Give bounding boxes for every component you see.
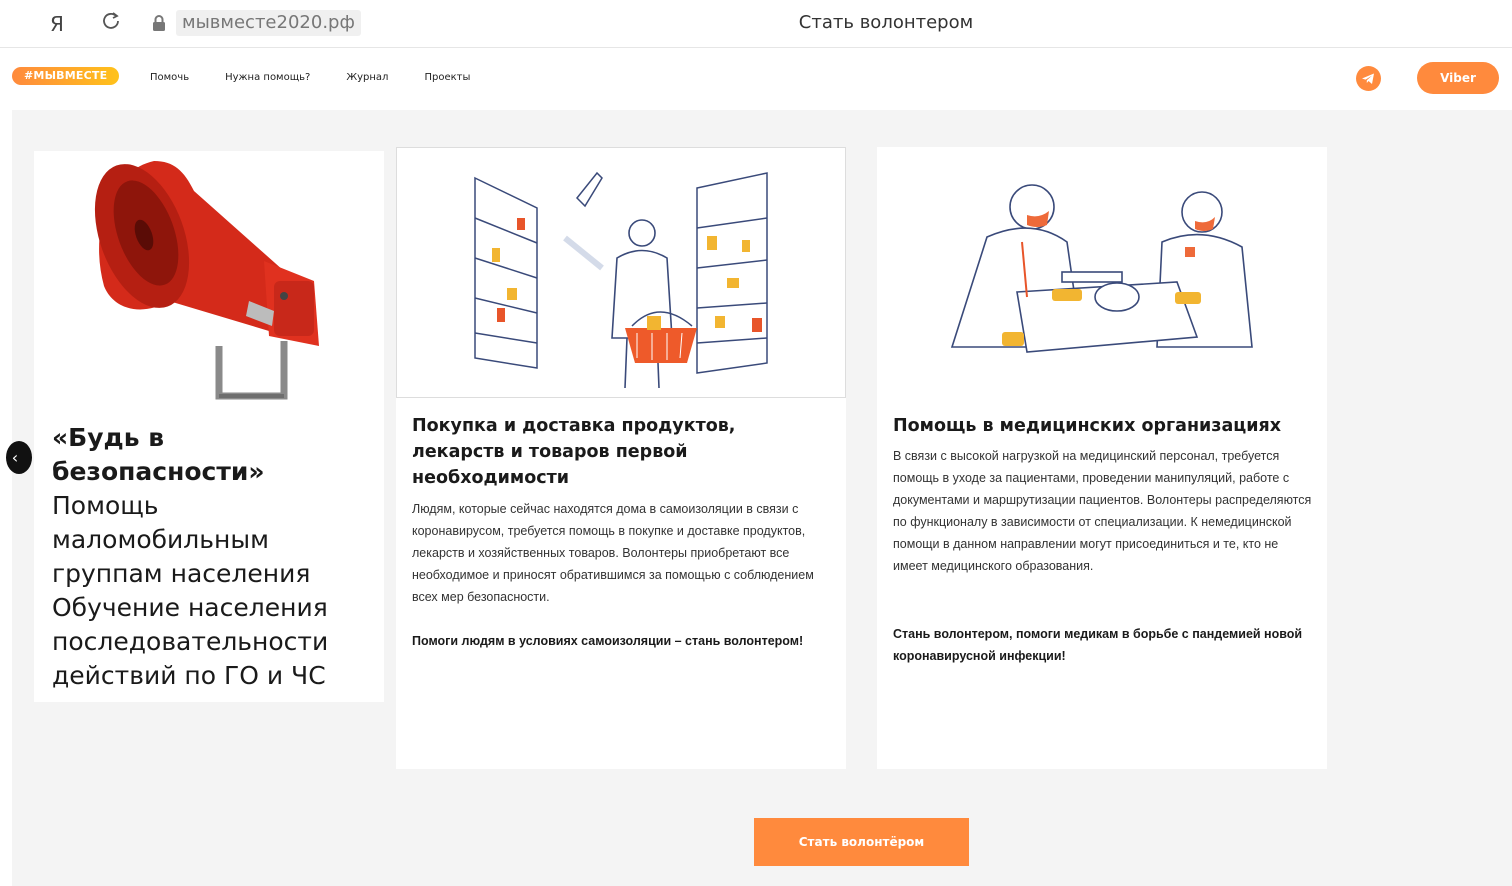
card-title-bold: «Будь в безопасности» [52,423,265,486]
nav-item-need-help[interactable]: Нужна помощь? [225,72,310,83]
nav-item-projects[interactable]: Проекты [424,72,470,83]
project-card-safety[interactable]: «Будь в безопасности» Помощь маломобильн… [34,151,384,702]
browser-toolbar: Я мывместе2020.рф Стать волонтером [0,0,1512,48]
card-title: «Будь в безопасности» Помощь маломобильн… [52,421,372,693]
main-nav: Помочь Нужна помощь? Журнал Проекты [150,72,506,83]
project-card-medical[interactable]: Помощь в медицинских организациях В связ… [877,147,1327,769]
card-title: Помощь в медицинских организациях [893,416,1282,436]
shopping-illustration [474,171,768,389]
grocery-illustration [396,147,846,398]
viber-button[interactable]: Viber [1417,62,1499,94]
medical-illustration [950,184,1253,353]
telegram-icon [1362,73,1374,84]
site-header: #МЫВМЕСТЕ Помочь Нужна помощь? Журнал Пр… [0,48,1512,110]
carousel-prev-button[interactable]: ‹ [6,441,32,474]
site-logo[interactable]: #МЫВМЕСТЕ [12,67,120,85]
nav-item-journal[interactable]: Журнал [346,72,388,83]
chevron-left-icon: ‹ [11,448,19,467]
nav-item-help[interactable]: Помочь [150,72,189,83]
card-description: В связи с высокой нагрузкой на медицинск… [893,449,1312,573]
card-description: Людям, которые сейчас находятся дома в с… [412,502,814,604]
page-title: Стать волонтером [798,12,974,33]
telegram-button[interactable] [1356,66,1381,91]
card-title-rest: Помощь маломобильным группам населения О… [52,491,329,690]
become-volunteer-button[interactable]: Стать волонтёром [754,818,969,866]
card-call-to-action: Помоги людям в условиях самоизоляции – с… [412,634,804,648]
siren-image [94,161,319,400]
card-call-to-action: Стань волонтером, помоги медикам в борьб… [893,627,1303,663]
card-title: Покупка и доставка продуктов, лекарств и… [412,416,736,488]
project-card-delivery[interactable]: Покупка и доставка продуктов, лекарств и… [396,147,846,769]
